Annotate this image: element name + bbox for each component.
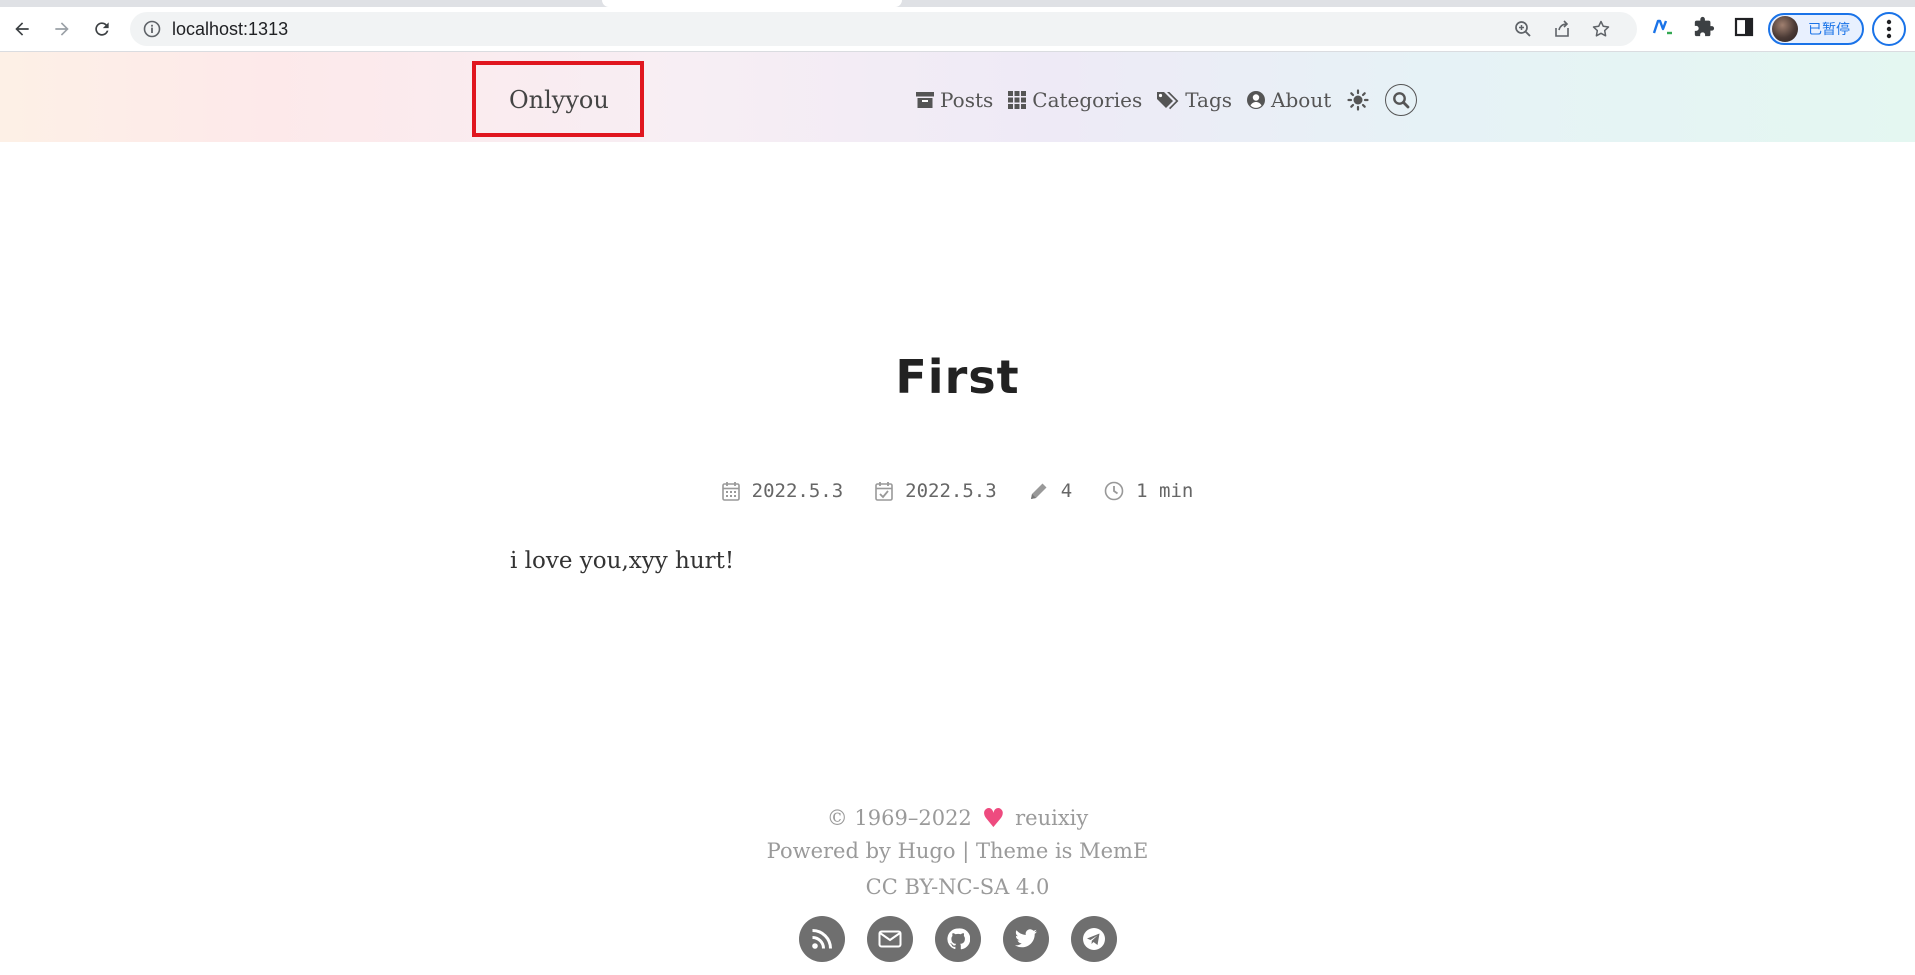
nav-label-categories: Categories (1032, 88, 1143, 112)
copyright-years: © 1969–2022 (826, 806, 972, 830)
hugo-link[interactable]: Hugo (898, 839, 956, 863)
post-body: i love you,xyy hurt! (510, 548, 735, 574)
pencil-icon (1030, 483, 1047, 499)
forward-button[interactable] (45, 12, 79, 46)
nav-item-categories[interactable]: Categories (1007, 88, 1142, 112)
telegram-button[interactable] (1070, 916, 1117, 962)
back-button[interactable] (5, 12, 39, 46)
reload-icon (95, 22, 109, 36)
url-text[interactable]: localhost:1313 (172, 12, 288, 46)
site-nav: Posts Categories Tags About (915, 80, 1418, 120)
meme-theme-link[interactable]: MemE (1079, 839, 1148, 863)
nav-item-tags[interactable]: Tags (1156, 88, 1232, 112)
meta-published-date: 2022.5.3 (751, 480, 844, 502)
meta-word-count-value: 4 (1060, 480, 1073, 502)
active-tab[interactable] (602, 0, 902, 7)
browser-menu-button[interactable] (1872, 12, 1906, 46)
profile-button[interactable]: 已暂停 (1768, 13, 1864, 45)
extension-n-icon[interactable] (1651, 15, 1675, 39)
github-button[interactable] (934, 916, 981, 962)
twitter-button[interactable] (1002, 916, 1049, 962)
archive-icon (916, 92, 934, 108)
heart-icon: ♥ (981, 804, 1006, 834)
meta-published: 2022.5.3 (721, 480, 844, 502)
footer-powered-by: Powered by Hugo | Theme is MemE (0, 839, 1915, 863)
browser-toolbar: localhost:1313 已暂停 (0, 0, 1915, 52)
theme-prefix: Theme is (975, 839, 1073, 863)
twitter-icon (1014, 929, 1037, 948)
profile-status-label: 已暂停 (1808, 22, 1850, 38)
calendar-check-icon (875, 482, 893, 501)
address-bar[interactable]: localhost:1313 (130, 12, 1637, 46)
theme-toggle-button[interactable] (1347, 89, 1369, 111)
share-icon[interactable] (1552, 19, 1572, 39)
clock-icon (1104, 481, 1124, 501)
rss-icon (811, 929, 832, 949)
email-icon (878, 930, 901, 948)
bookmark-star-icon[interactable] (1591, 19, 1611, 39)
nav-item-posts[interactable]: Posts (915, 88, 993, 112)
nav-label-posts: Posts (940, 88, 994, 112)
post-meta: 2022.5.3 2022.5.3 4 1 min (0, 480, 1915, 502)
post-title: First (895, 350, 1020, 404)
search-icon (1393, 92, 1410, 109)
nav-label-tags: Tags (1185, 88, 1233, 112)
nav-item-about[interactable]: About (1246, 88, 1331, 112)
meta-read-time-value: 1 min (1136, 480, 1194, 502)
meta-read-time: 1 min (1104, 480, 1193, 502)
powered-prefix: Powered by (766, 839, 891, 863)
calendar-icon (721, 482, 740, 501)
github-icon (946, 928, 970, 950)
author-link[interactable]: reuixiy (1015, 806, 1088, 830)
meta-word-count: 4 (1029, 480, 1072, 502)
telegram-icon (1082, 928, 1105, 950)
nav-label-about: About (1271, 88, 1332, 112)
side-panel-icon[interactable] (1732, 15, 1756, 39)
sun-icon (1347, 89, 1369, 111)
zoom-icon[interactable] (1513, 19, 1533, 39)
puzzle-extensions-icon[interactable] (1692, 15, 1716, 39)
footer-copyright: © 1969–2022 ♥ reuixiy (0, 802, 1915, 834)
forward-arrow-icon (55, 22, 69, 36)
license-link[interactable]: CC BY-NC-SA 4.0 (866, 875, 1050, 899)
footer-separator: | (962, 839, 970, 863)
meta-updated: 2022.5.3 (875, 480, 997, 502)
tags-icon (1157, 92, 1179, 110)
kebab-menu-icon (1886, 19, 1892, 39)
search-button[interactable] (1385, 84, 1418, 116)
back-arrow-icon (15, 22, 29, 36)
email-button[interactable] (866, 916, 913, 962)
reload-button[interactable] (85, 12, 119, 46)
social-links (0, 916, 1915, 962)
footer-license: CC BY-NC-SA 4.0 (0, 875, 1915, 899)
avatar (1772, 16, 1798, 42)
meta-updated-date: 2022.5.3 (905, 480, 997, 502)
user-circle-icon (1247, 91, 1266, 109)
rss-button[interactable] (798, 916, 845, 962)
site-brand-link[interactable]: Onlyyou (509, 80, 609, 120)
grid-icon (1008, 91, 1027, 109)
tab-strip (0, 0, 1915, 7)
site-info-icon[interactable] (142, 19, 162, 39)
